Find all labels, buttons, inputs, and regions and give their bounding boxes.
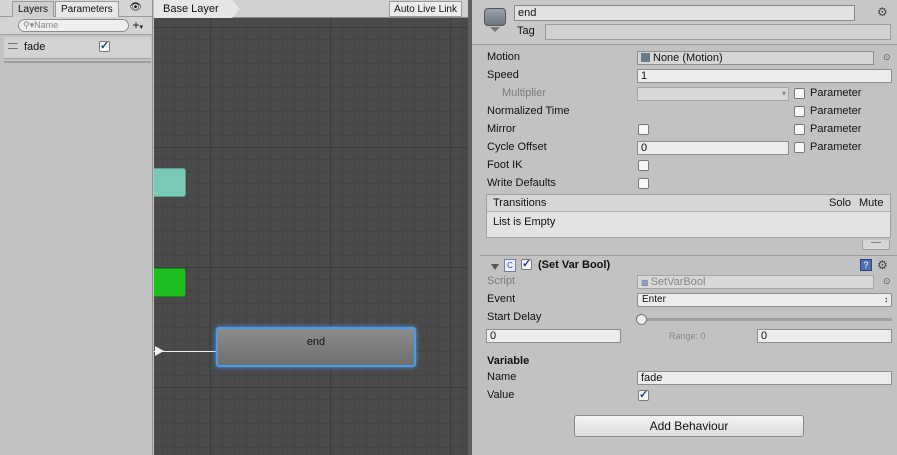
start-delay-label: Start Delay xyxy=(487,311,542,323)
mirror-parameter-label: Parameter xyxy=(810,123,862,135)
multiplier-dropdown: ▾ xyxy=(637,87,789,101)
inspector-header: end ⚙ Tag xyxy=(472,0,897,45)
panel-tabs: Layers Parameters 👁 xyxy=(0,0,152,17)
multiplier-parameter-checkbox[interactable] xyxy=(794,88,805,99)
animator-state-icon xyxy=(484,8,506,26)
object-picker-icon[interactable]: ⊙ xyxy=(883,276,891,287)
tag-field[interactable] xyxy=(545,24,891,40)
event-label: Event xyxy=(487,293,516,305)
variable-name-field[interactable]: fade xyxy=(637,371,892,385)
transitions-header: Transitions Solo Mute xyxy=(487,195,890,212)
tag-label: Tag xyxy=(517,25,535,37)
normalized-time-parameter-checkbox[interactable] xyxy=(794,106,805,117)
range-text: Range: 0 xyxy=(669,331,706,341)
object-picker-icon[interactable]: ⊙ xyxy=(883,52,891,63)
script-file-icon: ▩ xyxy=(641,278,649,287)
breadcrumb: Base Layer Auto Live Link xyxy=(154,0,468,18)
dropdown-arrow-icon xyxy=(490,27,500,32)
state-node-teal[interactable] xyxy=(154,168,186,197)
chevron-down-icon: ▾ xyxy=(781,89,786,98)
solo-column-label: Solo xyxy=(829,197,852,209)
write-defaults-checkbox[interactable] xyxy=(638,178,649,189)
add-parameter-icon[interactable]: +▾ xyxy=(132,18,143,32)
normalized-time-label: Normalized Time xyxy=(487,105,570,117)
script-value: SetVarBool xyxy=(650,276,706,288)
foot-ik-checkbox[interactable] xyxy=(638,160,649,171)
transitions-title: Transitions xyxy=(493,197,547,209)
inspector: end ⚙ Tag Motion None (Motion) ⊙ Speed 1… xyxy=(472,0,897,455)
gear-icon[interactable]: ⚙ xyxy=(877,5,888,19)
divider xyxy=(480,255,897,256)
state-name-field[interactable]: end xyxy=(514,5,855,21)
mirror-label: Mirror xyxy=(487,123,516,135)
script-icon: C xyxy=(504,259,516,272)
motion-label: Motion xyxy=(487,51,521,63)
list-empty-text: List is Empty xyxy=(493,216,556,228)
speed-field[interactable]: 1 xyxy=(637,69,892,83)
speed-label: Speed xyxy=(487,69,519,81)
motion-field[interactable]: None (Motion) xyxy=(637,51,874,65)
write-defaults-label: Write Defaults xyxy=(487,177,556,189)
multiplier-label: Multiplier xyxy=(502,87,547,99)
script-field: ▩ SetVarBool xyxy=(637,275,874,289)
script-label: Script xyxy=(487,275,516,287)
transitions-list: Transitions Solo Mute List is Empty — xyxy=(486,194,891,250)
transition-arrow-icon xyxy=(155,346,164,356)
mirror-parameter-checkbox[interactable] xyxy=(794,124,805,135)
updown-arrow-icon: ↕ xyxy=(884,295,888,304)
cycle-offset-parameter-label: Parameter xyxy=(810,141,862,153)
multiplier-parameter-label: Parameter xyxy=(810,87,862,99)
add-behaviour-button[interactable]: Add Behaviour xyxy=(574,415,804,437)
mute-column-label: Mute xyxy=(859,197,884,209)
behaviour-title: (Set Var Bool) xyxy=(538,259,611,271)
search-row: ⚲▾Name +▾ xyxy=(0,17,152,35)
search-input[interactable]: ⚲▾Name xyxy=(18,19,129,32)
parameter-bool-checkbox[interactable] xyxy=(99,39,110,52)
cycle-offset-label: Cycle Offset xyxy=(487,141,547,153)
foot-ik-label: Foot IK xyxy=(487,159,523,171)
variable-heading: Variable xyxy=(487,355,530,367)
normalized-time-parameter-label: Parameter xyxy=(810,105,862,117)
motion-clip-icon xyxy=(641,53,650,62)
state-node-green[interactable] xyxy=(154,268,186,297)
foldout-arrow-icon[interactable] xyxy=(491,264,499,270)
search-placeholder: Name xyxy=(34,20,59,30)
event-value: Enter xyxy=(642,294,666,305)
divider xyxy=(4,61,151,63)
auto-live-link-button[interactable]: Auto Live Link xyxy=(389,1,462,17)
cycle-offset-field[interactable]: 0 xyxy=(637,141,789,155)
behaviour-enabled-checkbox[interactable] xyxy=(521,257,532,270)
breadcrumb-base-layer[interactable]: Base Layer xyxy=(154,0,240,18)
parameter-name[interactable]: fade xyxy=(24,41,45,53)
remove-transition-button[interactable]: — xyxy=(862,238,890,250)
gear-icon[interactable]: ⚙ xyxy=(877,258,888,272)
eye-icon[interactable]: 👁 xyxy=(129,2,142,13)
parameter-row[interactable]: fade xyxy=(4,37,151,59)
state-node-label: end xyxy=(306,336,326,348)
start-delay-slider-thumb[interactable] xyxy=(636,314,647,325)
tab-layers[interactable]: Layers xyxy=(12,1,55,17)
parameters-panel: Layers Parameters 👁 ⚲▾Name +▾ fade xyxy=(0,0,153,455)
help-icon[interactable]: ? xyxy=(860,259,872,271)
motion-value: None (Motion) xyxy=(653,52,723,64)
event-dropdown[interactable]: Enter ↕ xyxy=(637,293,892,307)
start-delay-min-field[interactable]: 0 xyxy=(486,329,621,343)
variable-value-checkbox[interactable] xyxy=(638,388,649,401)
animator-graph[interactable]: Base Layer Auto Live Link end xyxy=(154,0,468,455)
drag-handle-icon[interactable] xyxy=(8,43,18,49)
mirror-checkbox[interactable] xyxy=(638,124,649,135)
start-delay-slider-track[interactable] xyxy=(640,318,892,321)
tab-parameters[interactable]: Parameters xyxy=(55,1,119,17)
cycle-offset-parameter-checkbox[interactable] xyxy=(794,142,805,153)
start-delay-max-field[interactable]: 0 xyxy=(757,329,892,343)
state-node-end[interactable]: end xyxy=(216,327,416,367)
value-label: Value xyxy=(487,389,515,401)
name-label: Name xyxy=(487,371,517,383)
